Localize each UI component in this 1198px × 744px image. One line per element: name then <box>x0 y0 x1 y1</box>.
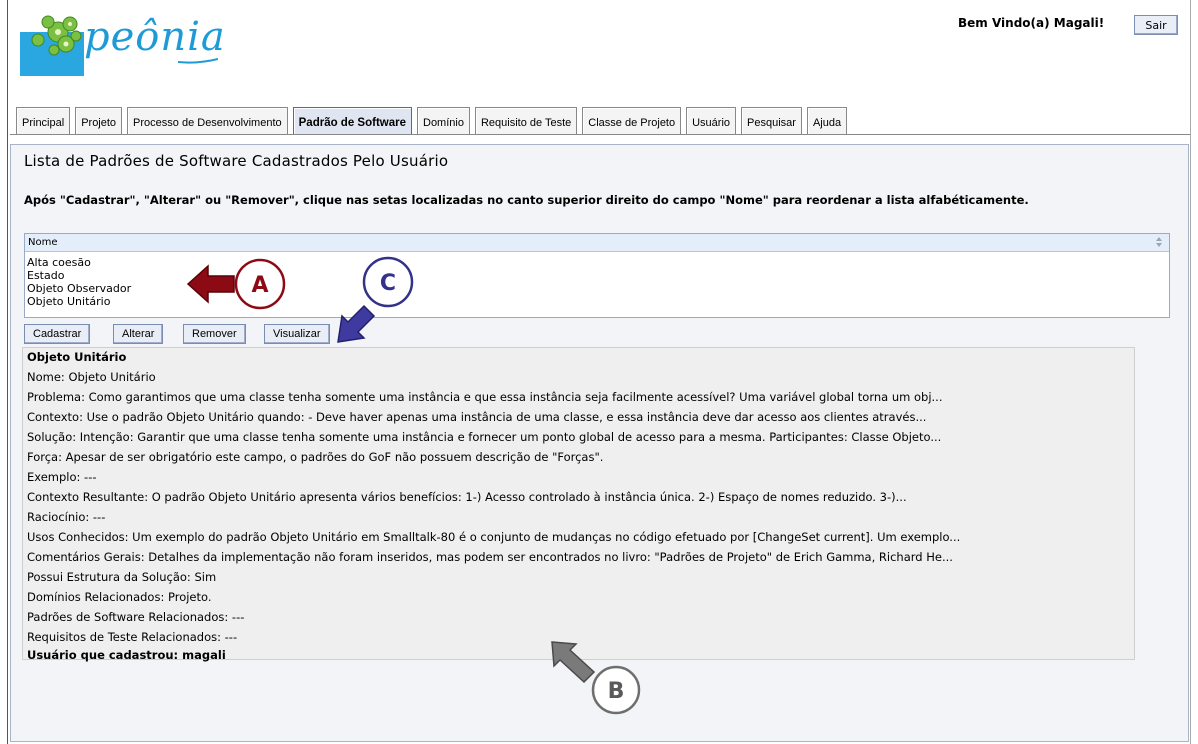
detail-dominios: Domínios Relacionados: Projeto. <box>27 590 212 604</box>
list-header-label: Nome <box>28 237 58 248</box>
tab-usuario[interactable]: Usuário <box>686 107 737 134</box>
tab-padrao-de-software[interactable]: Padrão de Software <box>292 107 412 134</box>
details-panel: Objeto Unitário Nome: Objeto Unitário Pr… <box>22 347 1135 662</box>
tab-ajuda[interactable]: Ajuda <box>806 107 848 134</box>
frame-right-border <box>1190 0 1191 744</box>
frame-left-border <box>7 0 8 744</box>
detail-contexto: Contexto: Use o padrão Objeto Unitário q… <box>27 410 927 424</box>
details-heading: Objeto Unitário <box>27 350 127 364</box>
annotation-b: B <box>551 641 641 715</box>
tab-principal[interactable]: Principal <box>16 107 71 134</box>
detail-nome: Nome: Objeto Unitário <box>27 370 156 384</box>
detail-problema: Problema: Como garantimos que uma classe… <box>27 390 943 404</box>
detail-exemplo: Exemplo: --- <box>27 470 97 484</box>
tab-requisito-de-teste[interactable]: Requisito de Teste <box>474 107 578 134</box>
detail-usos-conhecidos: Usos Conhecidos: Um exemplo do padrão Ob… <box>27 530 961 544</box>
logo-text: peônia <box>84 14 226 60</box>
tab-divider <box>10 134 1190 135</box>
detail-solucao: Solução: Intenção: Garantir que uma clas… <box>27 430 942 444</box>
instructions-text: Após "Cadastrar", "Alterar" ou "Remover"… <box>24 193 1029 207</box>
detail-contexto-resultante: Contexto Resultante: O padrão Objeto Uni… <box>27 490 907 504</box>
tab-dominio[interactable]: Domínio <box>417 107 470 134</box>
detail-usuario: Usuário que cadastrou: magali <box>27 648 226 662</box>
page-title: Lista de Padrões de Software Cadastrados… <box>24 152 449 170</box>
annotation-b-label: B <box>608 679 625 704</box>
logout-button[interactable]: Sair <box>1134 15 1178 35</box>
list-header-nome[interactable]: Nome <box>25 234 1169 252</box>
detail-comentarios: Comentários Gerais: Detalhes da implemen… <box>27 550 953 564</box>
detail-padroes-relacionados: Padrões de Software Relacionados: --- <box>27 610 245 624</box>
logo-swash-icon <box>178 58 218 64</box>
tab-classe-de-projeto[interactable]: Classe de Projeto <box>582 107 682 134</box>
remover-button[interactable]: Remover <box>183 324 246 344</box>
detail-estrutura: Possui Estrutura da Solução: Sim <box>27 570 217 584</box>
tab-pesquisar[interactable]: Pesquisar <box>741 107 802 134</box>
annotation-c: C <box>337 256 414 343</box>
tab-bar: Principal Projeto Processo de Desenvolvi… <box>16 107 848 135</box>
alterar-button[interactable]: Alterar <box>113 324 164 344</box>
annotation-a-label: A <box>251 273 268 298</box>
welcome-message: Bem Vindo(a) Magali! <box>958 16 1105 30</box>
annotation-a: A <box>186 258 286 310</box>
cadastrar-button[interactable]: Cadastrar <box>24 324 91 344</box>
sort-arrows-icon[interactable] <box>1155 236 1163 248</box>
detail-requisitos: Requisitos de Teste Relacionados: --- <box>27 630 238 644</box>
annotation-c-label: C <box>380 271 396 296</box>
tab-processo-de-desenvolvimento[interactable]: Processo de Desenvolvimento <box>127 107 288 134</box>
tab-projeto[interactable]: Projeto <box>75 107 123 134</box>
detail-forca: Força: Apesar de ser obrigatório este ca… <box>27 450 604 464</box>
detail-raciocinio: Raciocínio: --- <box>27 510 106 524</box>
